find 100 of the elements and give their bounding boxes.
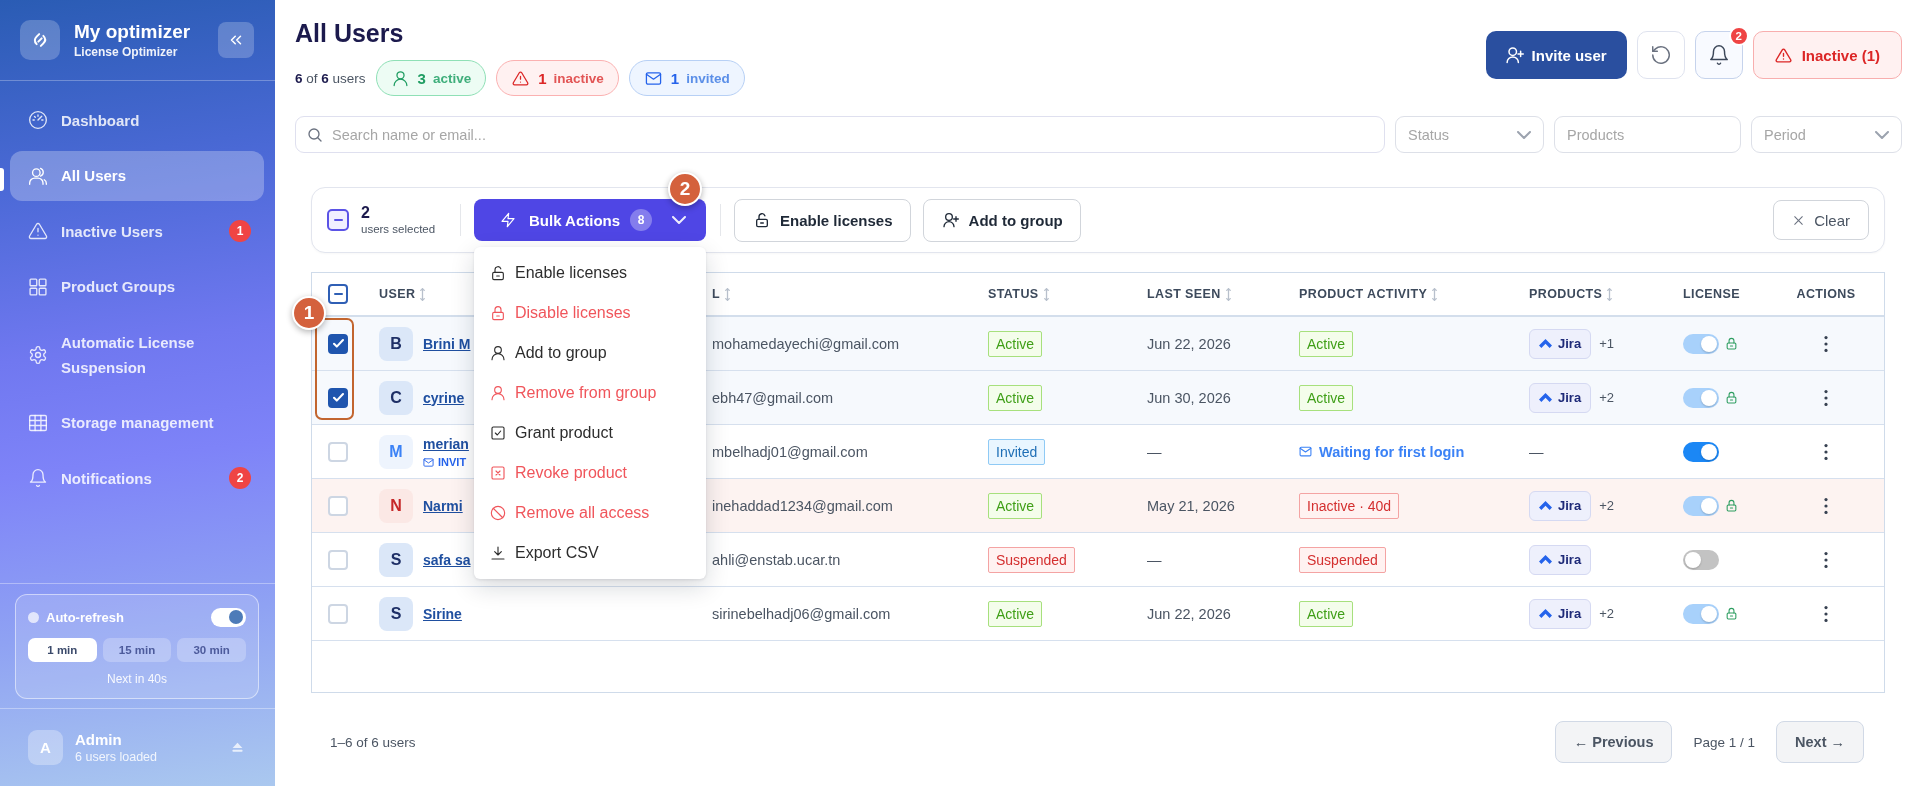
activity-badge: Active (1299, 384, 1354, 411)
user-plus-icon (942, 212, 959, 228)
user-name-link[interactable]: Sirine (423, 604, 462, 623)
more-products-count: +2 (1599, 390, 1614, 405)
menu-item[interactable]: Export CSV (474, 533, 706, 573)
callout-marker: 1 (292, 296, 326, 330)
user-name-link[interactable]: Brini M (423, 334, 471, 353)
license-toggle[interactable] (1683, 441, 1719, 462)
count-badge: 1 (229, 220, 251, 242)
refresh-button[interactable] (1636, 31, 1685, 79)
chevron-logo-icon (1539, 555, 1552, 564)
sort-icon (1432, 287, 1438, 301)
menu-item[interactable]: Add to group (474, 333, 706, 373)
product-name: Jira (1558, 390, 1582, 405)
select-all-checkbox[interactable] (327, 209, 349, 231)
more-icon[interactable] (1824, 389, 1828, 406)
sort-icon (420, 287, 426, 301)
column-header[interactable]: USER (379, 287, 426, 301)
menu-item[interactable]: Disable licenses (474, 293, 706, 333)
license-toggle[interactable] (1683, 603, 1719, 624)
more-icon[interactable] (1824, 605, 1828, 622)
email-text: ebh47@gmail.com (712, 389, 834, 406)
search-field[interactable]: Search name or email... (295, 116, 1385, 153)
license-toggle[interactable] (1683, 495, 1719, 516)
interval-button[interactable]: 15 min (102, 638, 172, 662)
warning-icon (512, 69, 530, 87)
column-header[interactable]: PRODUCT ACTIVITY (1299, 287, 1438, 301)
column-header[interactable]: LAST SEEN (1147, 287, 1231, 301)
table-icon (28, 412, 48, 433)
sort-icon (1607, 287, 1613, 301)
more-products-count: +1 (1599, 336, 1614, 351)
invite-user-button[interactable]: Invite user (1485, 31, 1627, 79)
more-products-count: +2 (1599, 498, 1614, 513)
chevron-down-icon (1517, 130, 1531, 139)
user-name-link[interactable]: Narmi (423, 496, 463, 515)
license-toggle[interactable] (1683, 387, 1719, 408)
mail-icon (644, 69, 662, 87)
chevron-logo-icon (1539, 609, 1552, 618)
menu-item[interactable]: Grant product (474, 413, 706, 453)
more-icon[interactable] (1824, 335, 1828, 352)
status-badge: Active (988, 492, 1043, 519)
status-badge: Invited (988, 438, 1046, 465)
user-name-link[interactable]: merian (423, 435, 469, 453)
filter-field[interactable]: Products (1554, 116, 1741, 153)
previous-page-button[interactable]: ← Previous (1554, 721, 1673, 763)
column-header[interactable]: STATUS (988, 287, 1049, 301)
x-box-icon (490, 465, 506, 481)
bulk-actions-button[interactable]: Bulk Actions 8 (474, 199, 706, 241)
users-icon (28, 165, 48, 186)
filter-chip[interactable]: 1 invited (628, 60, 745, 96)
auto-refresh-toggle[interactable] (211, 607, 246, 627)
add-to-group-button[interactable]: Add to group (922, 198, 1081, 242)
email-text: mbelhadj01@gmail.com (712, 443, 868, 460)
nav-item[interactable]: Dashboard (10, 95, 264, 145)
activity-badge: Inactive · 40d (1299, 492, 1400, 519)
column-header: ACTIONS (1796, 287, 1856, 301)
status-badge: Suspended (988, 546, 1075, 573)
user-name-link[interactable]: safa sa (423, 550, 471, 569)
clear-button[interactable]: Clear (1773, 200, 1869, 240)
notifications-button[interactable] (1694, 31, 1743, 79)
user-avatar: N (379, 488, 413, 523)
more-icon[interactable] (1824, 443, 1828, 460)
more-icon[interactable] (1824, 497, 1828, 514)
chevron-down-icon (1875, 130, 1889, 139)
enable-licenses-button[interactable]: Enable licenses (734, 198, 911, 242)
refresh-icon (1649, 44, 1672, 66)
nav-item[interactable]: Inactive Users 1 (10, 206, 264, 256)
license-toggle[interactable] (1683, 549, 1719, 570)
last-seen-value: Jun 22, 2026 (1147, 335, 1231, 352)
last-seen-value: Jun 22, 2026 (1147, 605, 1231, 622)
user-avatar: A (28, 730, 63, 765)
bell-icon (1707, 44, 1730, 66)
more-icon[interactable] (1824, 551, 1828, 568)
column-header[interactable]: PRODUCTS (1529, 287, 1613, 301)
row-checkbox[interactable] (328, 333, 348, 354)
user-avatar: S (379, 596, 413, 631)
interval-button[interactable]: 30 min (177, 638, 246, 662)
next-page-button[interactable]: Next → (1776, 721, 1864, 763)
menu-item[interactable]: Revoke product (474, 453, 706, 493)
select-all-checkbox[interactable] (328, 284, 348, 304)
user-name-link[interactable]: cyrine (423, 388, 465, 407)
bell-icon (28, 468, 48, 488)
chevron-logo-icon (1539, 501, 1552, 510)
more-products-count: +2 (1599, 606, 1614, 621)
collapse-button[interactable] (218, 22, 254, 58)
row-checkbox[interactable] (328, 387, 348, 408)
license-toggle[interactable] (1683, 333, 1719, 354)
sort-icon (725, 287, 731, 301)
column-header[interactable]: L (712, 287, 731, 301)
account-status: 6 users loaded (75, 748, 157, 766)
page-title: All Users (295, 18, 405, 49)
page-indicator: Page 1 / 1 (1693, 734, 1756, 750)
menu-item[interactable]: Enable licenses (474, 253, 706, 293)
user-avatar: C (379, 380, 413, 415)
interval-button[interactable]: 1 min (28, 638, 97, 662)
email-text: sirinebelhadj06@gmail.com (712, 605, 891, 622)
user-icon (490, 345, 506, 361)
sort-icon (1043, 287, 1049, 301)
nav-item[interactable]: Notifications 2 (10, 453, 264, 503)
menu-item[interactable]: Remove all access (474, 493, 706, 533)
